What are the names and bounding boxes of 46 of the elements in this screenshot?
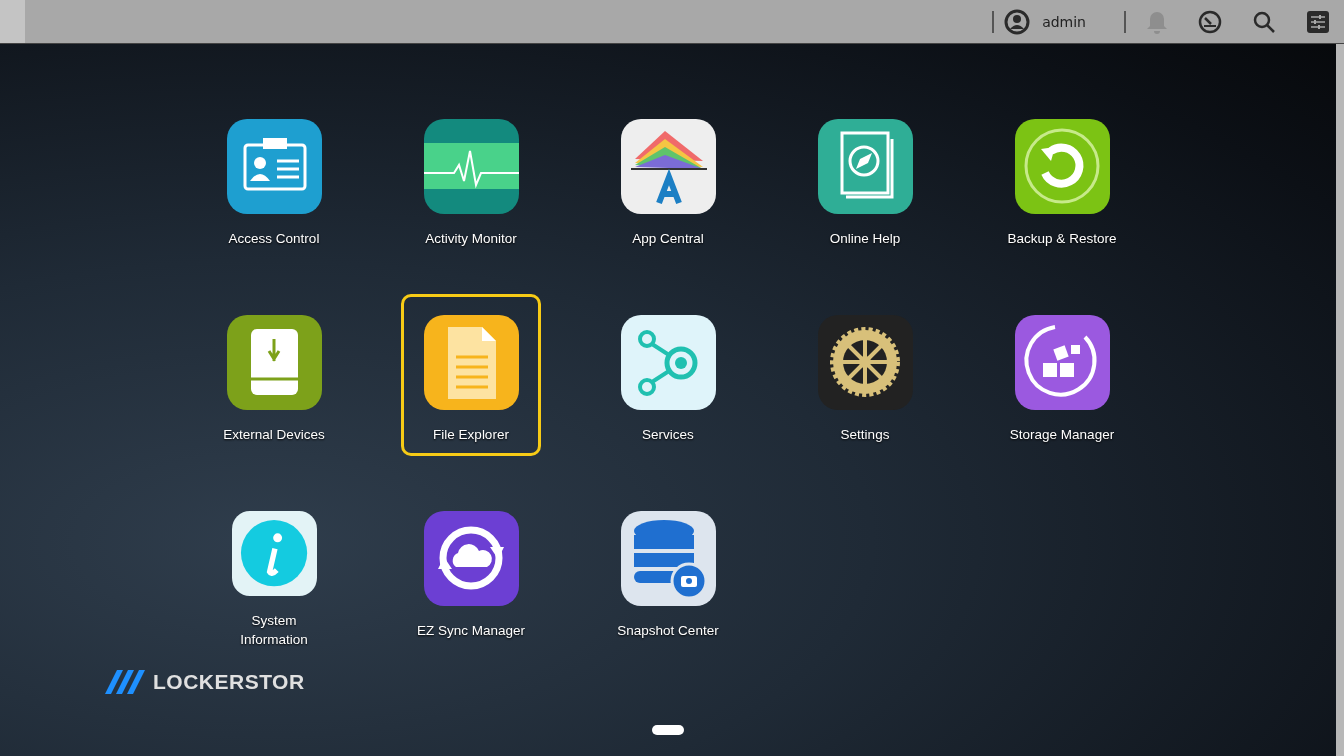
app-launcher[interactable]: File Explorer xyxy=(401,294,541,456)
database-camera-icon xyxy=(620,511,716,606)
user-avatar-icon[interactable] xyxy=(1004,8,1031,35)
document-icon xyxy=(423,315,519,410)
gauge-button[interactable] xyxy=(1198,9,1222,34)
app-launcher[interactable]: Settings xyxy=(795,294,935,456)
app-label: System Information xyxy=(240,612,308,649)
app-launcher[interactable]: Storage Manager xyxy=(992,294,1132,456)
app-label: Storage Manager xyxy=(1009,426,1115,444)
app-label: Backup & Restore xyxy=(1007,230,1117,248)
settings-button[interactable] xyxy=(1306,9,1330,34)
heartbeat-icon xyxy=(423,119,519,214)
blocks-ring-icon xyxy=(1014,315,1110,410)
app-launcher[interactable]: Backup & Restore xyxy=(992,98,1132,260)
slash-logo-icon xyxy=(105,670,147,694)
page-indicator[interactable] xyxy=(652,725,684,735)
gear-icon xyxy=(817,315,913,410)
app-label: Snapshot Center xyxy=(617,622,719,640)
app-launcher[interactable]: App Central xyxy=(598,98,738,260)
app-launcher[interactable]: Snapshot Center xyxy=(598,490,738,652)
scrollbar[interactable] xyxy=(1336,44,1344,756)
app-launcher[interactable]: External Devices xyxy=(204,294,344,456)
app-launcher[interactable]: Online Help xyxy=(795,98,935,260)
usb-drive-icon xyxy=(226,315,322,410)
cloud-sync-icon xyxy=(423,511,519,606)
app-label: Services xyxy=(642,426,694,444)
app-launcher[interactable]: Services xyxy=(598,294,738,456)
brand-logo-text: LOCKERSTOR xyxy=(153,670,305,694)
app-label: Online Help xyxy=(829,230,901,248)
search-button[interactable] xyxy=(1252,9,1276,34)
app-label: External Devices xyxy=(223,426,325,444)
app-label: Settings xyxy=(840,426,890,444)
compass-book-icon xyxy=(817,119,913,214)
app-launcher[interactable]: Activity Monitor xyxy=(401,98,541,260)
app-launcher[interactable]: EZ Sync Manager xyxy=(401,490,541,652)
app-launcher[interactable]: System Information xyxy=(204,490,344,652)
app-label: Access Control xyxy=(228,230,320,248)
app-label: File Explorer xyxy=(433,426,509,444)
user-name[interactable]: admin xyxy=(1042,13,1086,30)
id-card-icon xyxy=(226,119,322,214)
app-label: EZ Sync Manager xyxy=(416,622,525,640)
app-label: Activity Monitor xyxy=(425,230,517,248)
app-label: App Central xyxy=(632,230,704,248)
connected-nodes-icon xyxy=(620,315,716,410)
app-launcher[interactable]: Access Control xyxy=(204,98,344,260)
rainbow-a-icon xyxy=(620,119,716,214)
